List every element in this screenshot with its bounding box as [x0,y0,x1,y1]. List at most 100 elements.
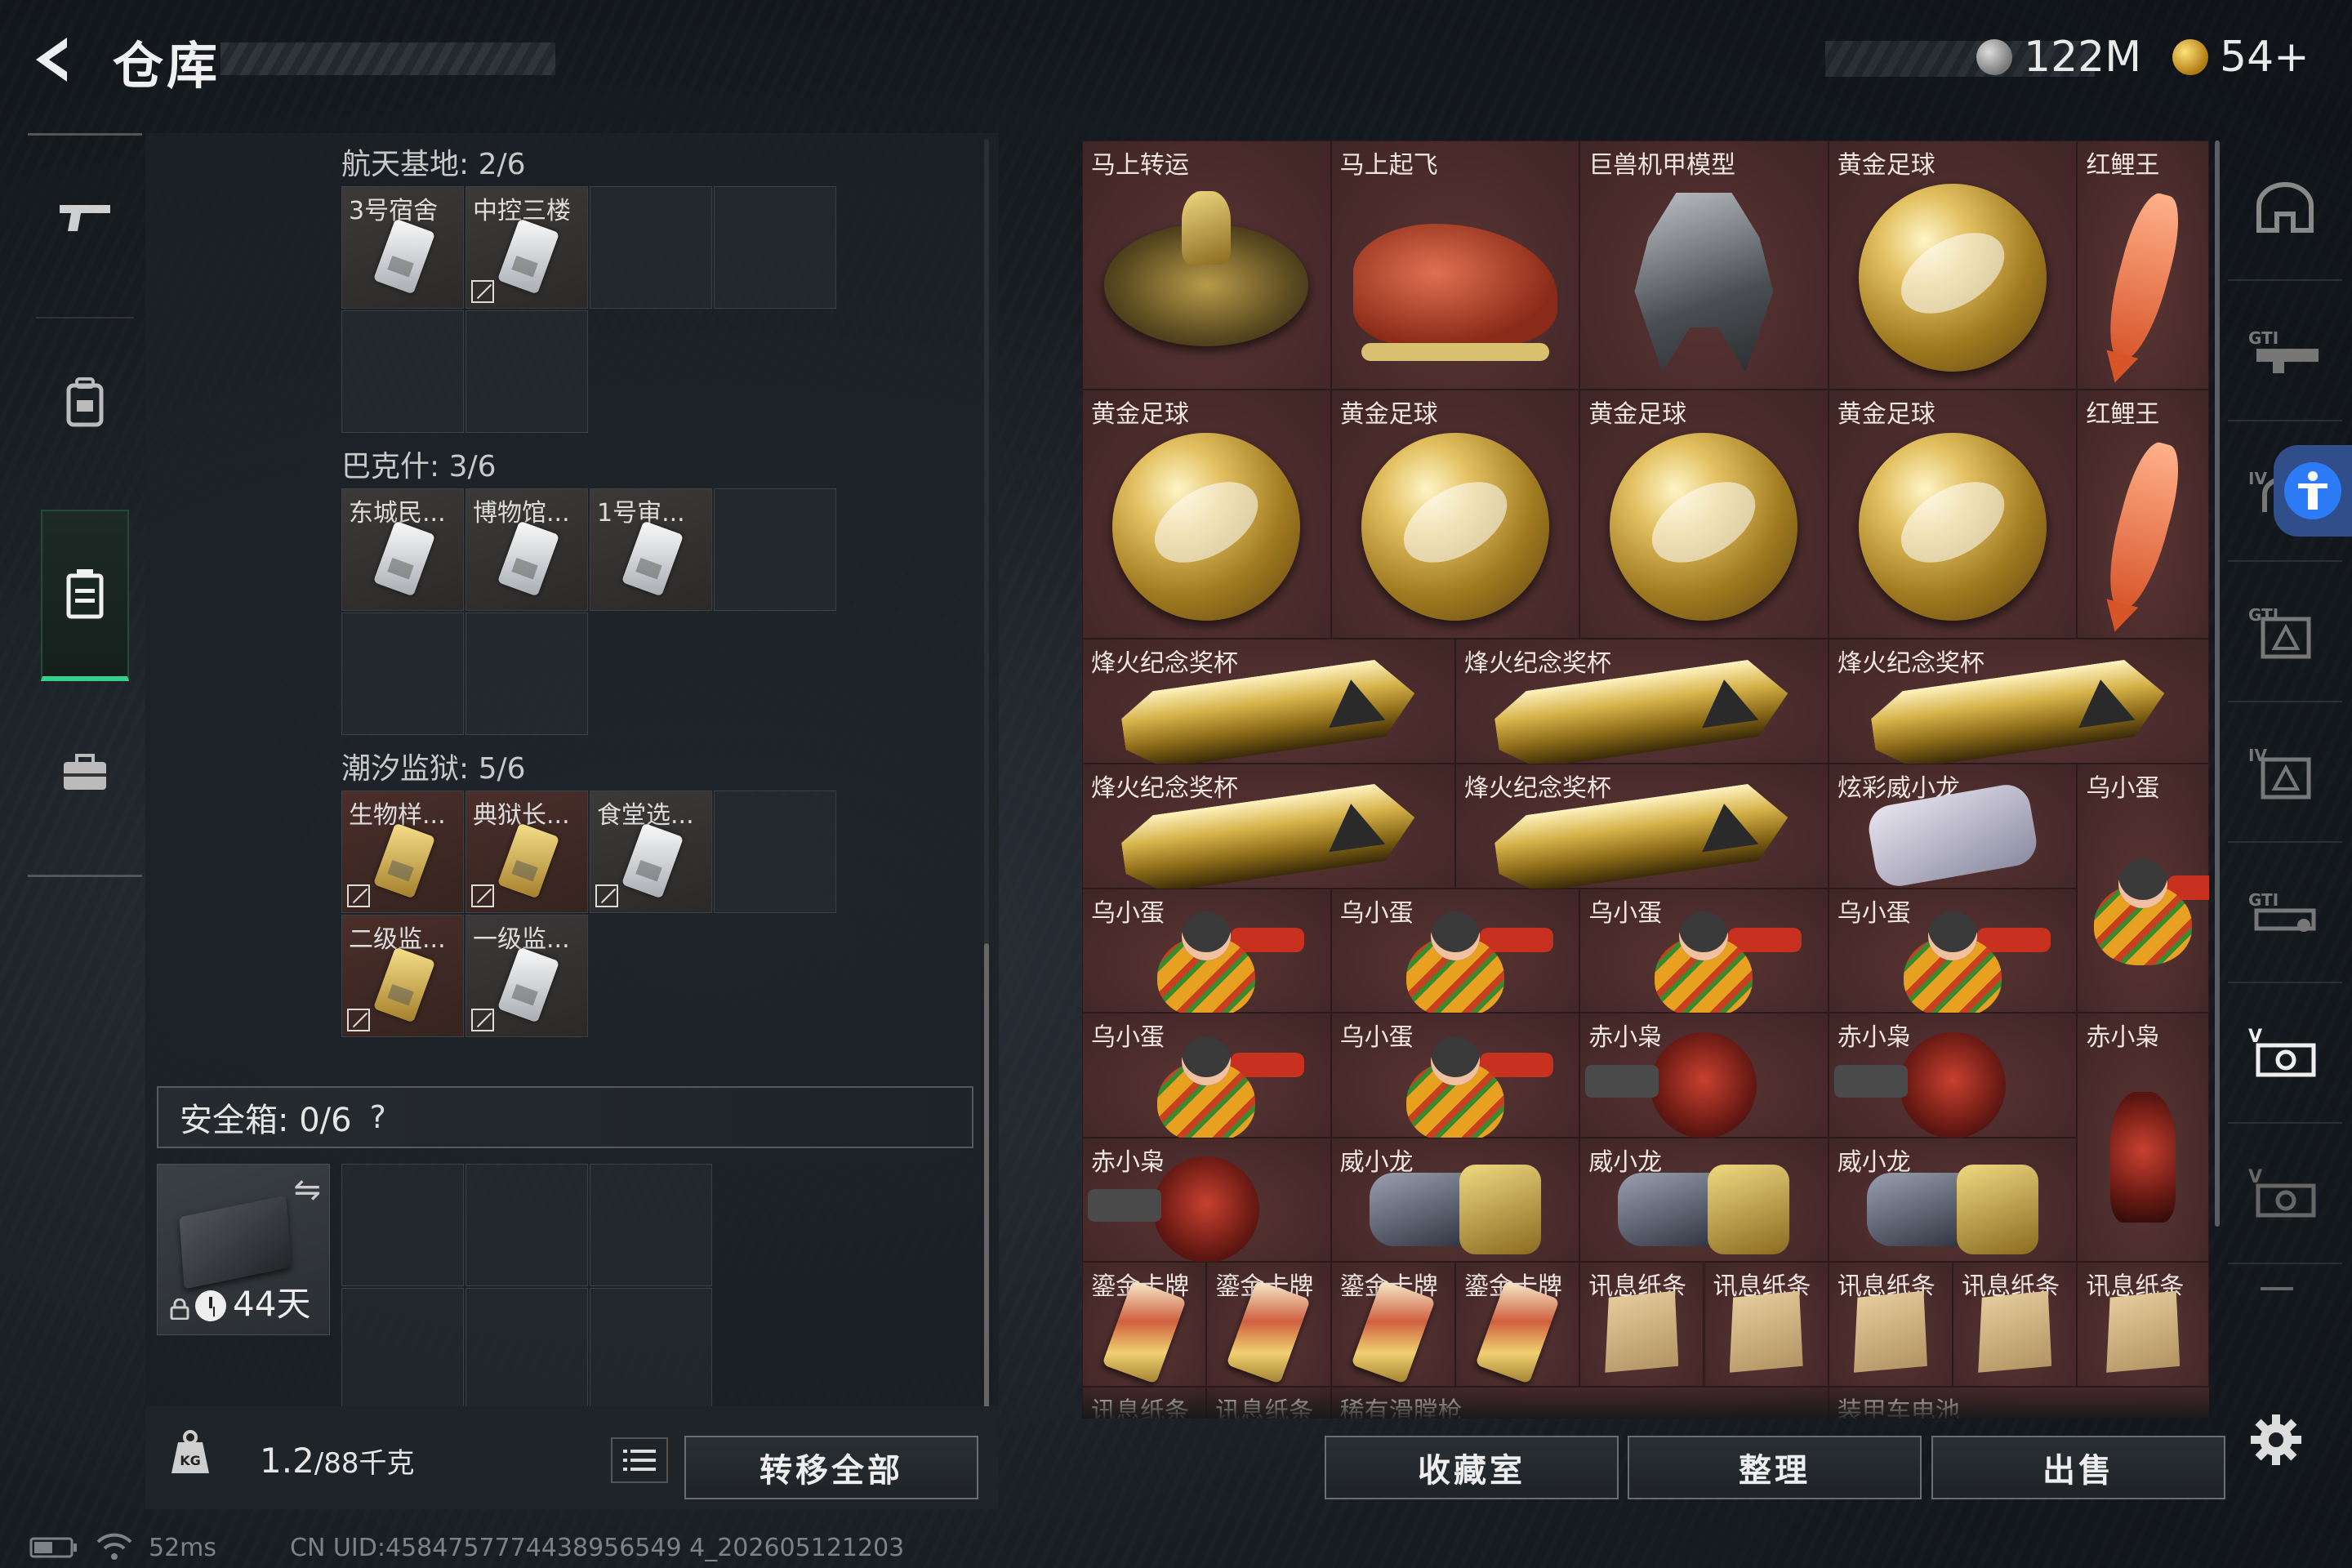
key-item[interactable]: 博物馆... [466,488,588,611]
back-arrow-icon[interactable] [24,31,82,88]
dragon-figure-icon [1867,1165,2039,1255]
warehouse-item[interactable]: 烽火纪念奖杯 [1082,764,1455,889]
silver-currency[interactable]: 122M [1976,33,2141,82]
key-item[interactable]: 3号宿舍 [341,186,464,309]
safebox-header: 安全箱: 0/6 ? [157,1086,973,1148]
key-item[interactable]: 一级监... [466,915,588,1037]
warehouse-item[interactable]: 黄金足球 [1082,390,1331,639]
empty-slot[interactable] [714,791,836,913]
nav-weapons[interactable] [28,136,142,299]
filter-more[interactable] [2228,1264,2342,1313]
empty-slot[interactable] [466,310,588,433]
warehouse-item[interactable]: 威小龙 [1828,1137,2078,1263]
warehouse-item[interactable]: 鎏金卡牌 [1454,1262,1580,1387]
warehouse-item[interactable]: 黄金足球 [1579,390,1829,639]
warehouse-item[interactable]: 巨兽机甲模型 [1579,140,1829,390]
warehouse-item[interactable]: 讯息纸条 [1704,1262,1829,1387]
warehouse-item[interactable]: 赤小枭 [1082,1137,1331,1263]
warehouse-item[interactable]: 黄金足球 [1828,140,2078,390]
battery-icon [29,1537,77,1558]
empty-slot[interactable] [714,488,836,611]
warehouse-item[interactable]: 乌小蛋 [1579,888,1829,1018]
section-title-aerospace: 航天基地: 2/6 [341,148,526,181]
warehouse-item[interactable]: 烽火纪念奖杯 [1829,639,2209,764]
filter-gti-armor[interactable]: GTI [2228,562,2342,702]
helmet-icon [2256,182,2314,233]
warehouse-item[interactable]: 乌小蛋 [1082,1013,1331,1143]
warehouse-item[interactable]: 烽火纪念奖杯 [1082,639,1455,764]
key-item[interactable]: 生物样... [341,791,464,913]
warehouse-item[interactable]: 烽火纪念奖杯 [1455,764,1829,889]
warehouse-item[interactable]: 炫彩威小龙 [1829,764,2078,890]
warehouse-item[interactable]: 马上转运 [1082,140,1331,390]
warehouse-item[interactable]: 马上起飞 [1330,140,1580,390]
warehouse-scrollbar[interactable] [2215,140,2220,1227]
left-scrollbar[interactable] [984,943,989,1421]
empty-slot[interactable] [714,186,836,309]
warehouse-item[interactable]: 红鲤王 [2077,140,2209,390]
warehouse-item[interactable]: 鎏金卡牌 [1082,1262,1207,1387]
empty-slot[interactable] [341,310,464,433]
nav-warehouse[interactable] [41,510,129,681]
filter-level4-armor[interactable]: IV [2228,702,2342,843]
key-item[interactable]: 东城民... [341,488,464,611]
list-view-button[interactable] [611,1437,668,1483]
gold-currency[interactable]: 54+ [2172,33,2310,82]
key-item[interactable]: 典狱长... [466,791,588,913]
settings-gear-icon[interactable] [2247,1411,2305,1468]
warehouse-item[interactable]: 讯息纸条 [1579,1262,1704,1387]
filter-helmet[interactable] [2228,140,2342,281]
warehouse-item[interactable]: 黄金足球 [1330,390,1580,639]
warehouse-item[interactable]: 讯息纸条 [2077,1262,2209,1387]
filter-v-backpack-dim[interactable]: V [2228,1124,2342,1264]
warehouse-item[interactable]: 鎏金卡牌 [1206,1262,1331,1387]
filter-gti-weapon[interactable]: GTI [2228,281,2342,421]
filter-v-backpack[interactable]: V [2228,983,2342,1124]
warehouse-item[interactable]: 乌小蛋 [1330,888,1580,1018]
empty-slot[interactable] [466,612,588,735]
warehouse-item[interactable]: 赤小枭 [2077,1013,2209,1263]
dragon-figure-icon [1369,1165,1541,1255]
warehouse-item[interactable]: 威小龙 [1579,1137,1829,1263]
warehouse-item[interactable]: 乌小蛋 [1828,888,2078,1018]
swap-icon[interactable]: ⇋ [293,1171,321,1209]
warehouse-item[interactable]: 乌小蛋 [1330,1013,1580,1143]
accessibility-button[interactable] [2274,445,2352,537]
empty-slot[interactable] [341,612,464,735]
warehouse-item[interactable]: 威小龙 [1330,1137,1580,1263]
nav-briefcase[interactable] [28,691,142,854]
key-item[interactable]: 二级监... [341,915,464,1037]
warehouse-item[interactable]: 鎏金卡牌 [1330,1262,1455,1387]
warehouse-item[interactable]: 赤小枭 [1828,1013,2078,1138]
key-item[interactable]: 1号审... [590,488,712,611]
warehouse-item[interactable]: 赤小枭 [1579,1013,1829,1138]
empty-slot[interactable] [590,1164,712,1286]
empty-slot[interactable] [590,1288,712,1410]
empty-slot[interactable] [466,1164,588,1286]
empty-slot[interactable] [466,1288,588,1410]
safebox-help-button[interactable]: ? [370,1099,386,1135]
sort-button[interactable]: 整理 [1628,1436,1922,1499]
empty-slot[interactable] [590,186,712,309]
gun-icon [60,205,110,231]
warehouse-item[interactable]: 黄金足球 [1828,390,2078,639]
key-item[interactable]: 中控三楼 [466,186,588,309]
warehouse-item[interactable]: 讯息纸条 [1828,1262,1953,1387]
filter-gti-rig[interactable]: GTI [2228,843,2342,983]
note-paper-icon [2106,1290,2180,1373]
nav-backpack[interactable] [28,322,142,485]
warehouse-item[interactable]: 乌小蛋 [1082,888,1331,1018]
sell-button[interactable]: 出售 [1931,1436,2225,1499]
warehouse-item[interactable]: 乌小蛋 [2077,764,2209,1013]
keycard-icon [372,218,436,295]
safebox-case[interactable]: ⇋ 44天 [157,1164,330,1335]
empty-slot[interactable] [341,1288,464,1410]
transfer-all-button[interactable]: 转移全部 [684,1436,978,1499]
title-decoration [220,42,555,75]
empty-slot[interactable] [341,1164,464,1286]
warehouse-item[interactable]: 讯息纸条 [1953,1262,2078,1387]
key-item[interactable]: 食堂选... [590,791,712,913]
warehouse-item[interactable]: 红鲤王 [2077,390,2209,639]
warehouse-item[interactable]: 烽火纪念奖杯 [1455,639,1829,764]
collection-room-button[interactable]: 收藏室 [1325,1436,1619,1499]
